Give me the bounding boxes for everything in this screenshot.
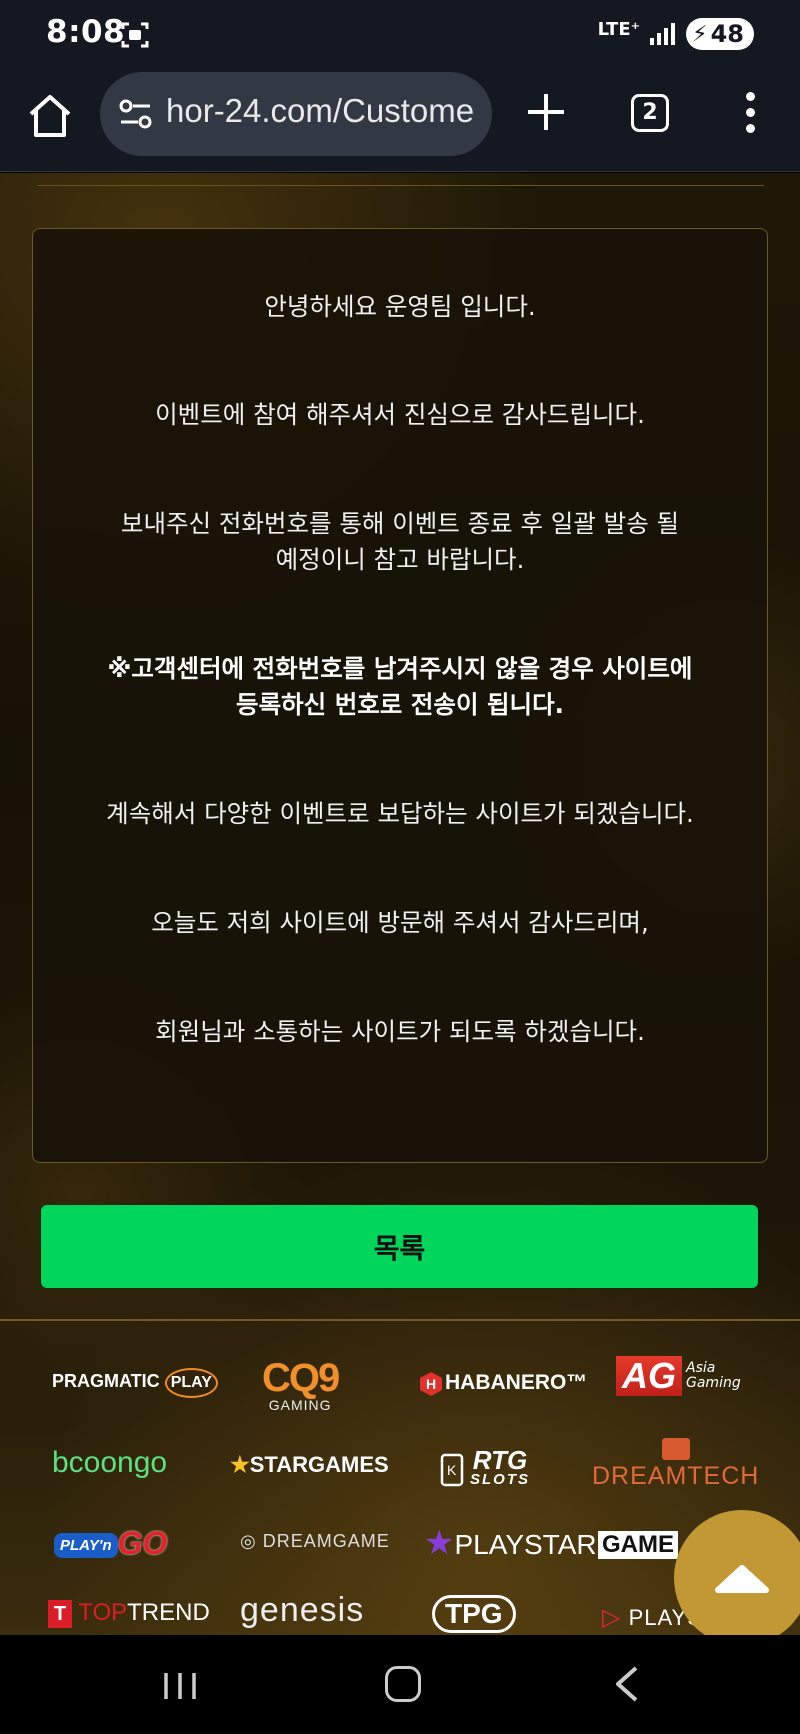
stargames-logo: ★STARGAMES: [230, 1452, 389, 1477]
asia-gaming-logo: AG Asia Gaming: [616, 1356, 741, 1396]
card-icon: K: [440, 1453, 464, 1487]
back-icon[interactable]: [612, 1665, 642, 1703]
gameart-logo: GAME: [598, 1531, 678, 1559]
genesis-logo: genesis: [240, 1591, 365, 1629]
battery-indicator: ⚡ 48: [686, 18, 754, 50]
more-menu-icon[interactable]: [744, 92, 756, 136]
message-continue: 계속해서 다양한 이벤트로 보답하는 사이트가 되겠습니다.: [106, 799, 694, 828]
status-time: 8:08: [46, 14, 126, 50]
url-text[interactable]: hor-24.com/CustomerCenter: [166, 92, 476, 130]
playstar-logo: ★PLAYSTAR: [424, 1524, 597, 1562]
site-settings-icon[interactable]: [118, 96, 154, 132]
status-bar: 8:08 LTE⁺ ⚡ 48: [0, 0, 800, 68]
habanero-logo: H HABANERO™: [420, 1371, 587, 1396]
status-indicators: LTE⁺ ⚡ 48: [598, 16, 754, 52]
message-warning-line1: ※고객센터에 전화번호를 남겨주시지 않을 경우 사이트에: [107, 654, 693, 683]
bcoongo-logo: bcoongo: [52, 1446, 168, 1479]
home-nav-icon[interactable]: [385, 1666, 421, 1702]
list-button[interactable]: 목록: [41, 1205, 758, 1288]
toptrend-icon: T: [48, 1600, 72, 1628]
star-icon: ★: [230, 1452, 250, 1477]
pragmatic-play-logo: PRAGMATIC PLAY: [52, 1368, 218, 1398]
rtg-slots-logo: K RTG SLOTS: [440, 1447, 530, 1490]
network-type: LTE⁺: [597, 19, 641, 40]
cq9-gaming-logo: CQ9 GAMING: [262, 1356, 340, 1413]
battery-charging-icon: ⚡: [692, 21, 708, 47]
message-notice-line1: 보내주신 전화번호를 통해 이벤트 종료 후 일괄 발송 될: [120, 509, 680, 538]
svg-text:K: K: [447, 1462, 457, 1478]
message-visit: 오늘도 저희 사이트에 방문해 주셔서 감사드리며,: [151, 908, 649, 937]
browser-toolbar: hor-24.com/CustomerCenter 2: [0, 68, 800, 172]
signal-icon: [650, 23, 676, 45]
tabs-icon[interactable]: 2: [631, 94, 669, 132]
message-communicate: 회원님과 소통하는 사이트가 되도록 하겠습니다.: [155, 1017, 645, 1046]
dreamgame-logo: ◎ DREAMGAME: [240, 1531, 390, 1551]
message-box: 안녕하세요 운영팀 입니다. 이벤트에 참여 해주셔서 진심으로 감사드립니다.…: [32, 228, 768, 1163]
page-content: 안녕하세요 운영팀 입니다. 이벤트에 참여 해주셔서 진심으로 감사드립니다.…: [0, 173, 800, 1635]
habanero-icon: H: [420, 1372, 442, 1396]
new-tab-icon[interactable]: [524, 90, 568, 134]
toptrend-logo: T TOPTREND: [48, 1599, 210, 1628]
dreamgame-icon: ◎: [240, 1531, 257, 1551]
recent-apps-icon[interactable]: [160, 1671, 200, 1701]
message-warning-line2: 등록하신 번호로 전송이 됩니다.: [236, 690, 564, 719]
divider: [38, 185, 764, 186]
tpg-logo: TPG: [432, 1595, 516, 1633]
footer-divider: [0, 1319, 800, 1321]
message-notice-line2: 예정이니 참고 바랍니다.: [275, 545, 525, 574]
dreamtech-logo: DREAMTECH: [592, 1438, 759, 1491]
message-thanks: 이벤트에 참여 해주셔서 진심으로 감사드립니다.: [155, 400, 645, 429]
chevron-up-icon: [715, 1565, 769, 1593]
address-bar[interactable]: hor-24.com/CustomerCenter: [100, 72, 492, 156]
battery-level: 48: [710, 20, 744, 48]
screen-record-icon: [121, 22, 149, 48]
playngo-logo: PLAY'n GO: [54, 1525, 167, 1562]
message-greeting: 안녕하세요 운영팀 입니다.: [264, 292, 536, 321]
dreamtech-icon: [661, 1438, 690, 1460]
star-icon: ★: [424, 1524, 455, 1562]
play-icon: ▷: [602, 1604, 622, 1631]
scroll-to-top-button[interactable]: [674, 1510, 800, 1635]
home-icon[interactable]: [26, 92, 74, 140]
system-nav-bar: [0, 1635, 800, 1734]
